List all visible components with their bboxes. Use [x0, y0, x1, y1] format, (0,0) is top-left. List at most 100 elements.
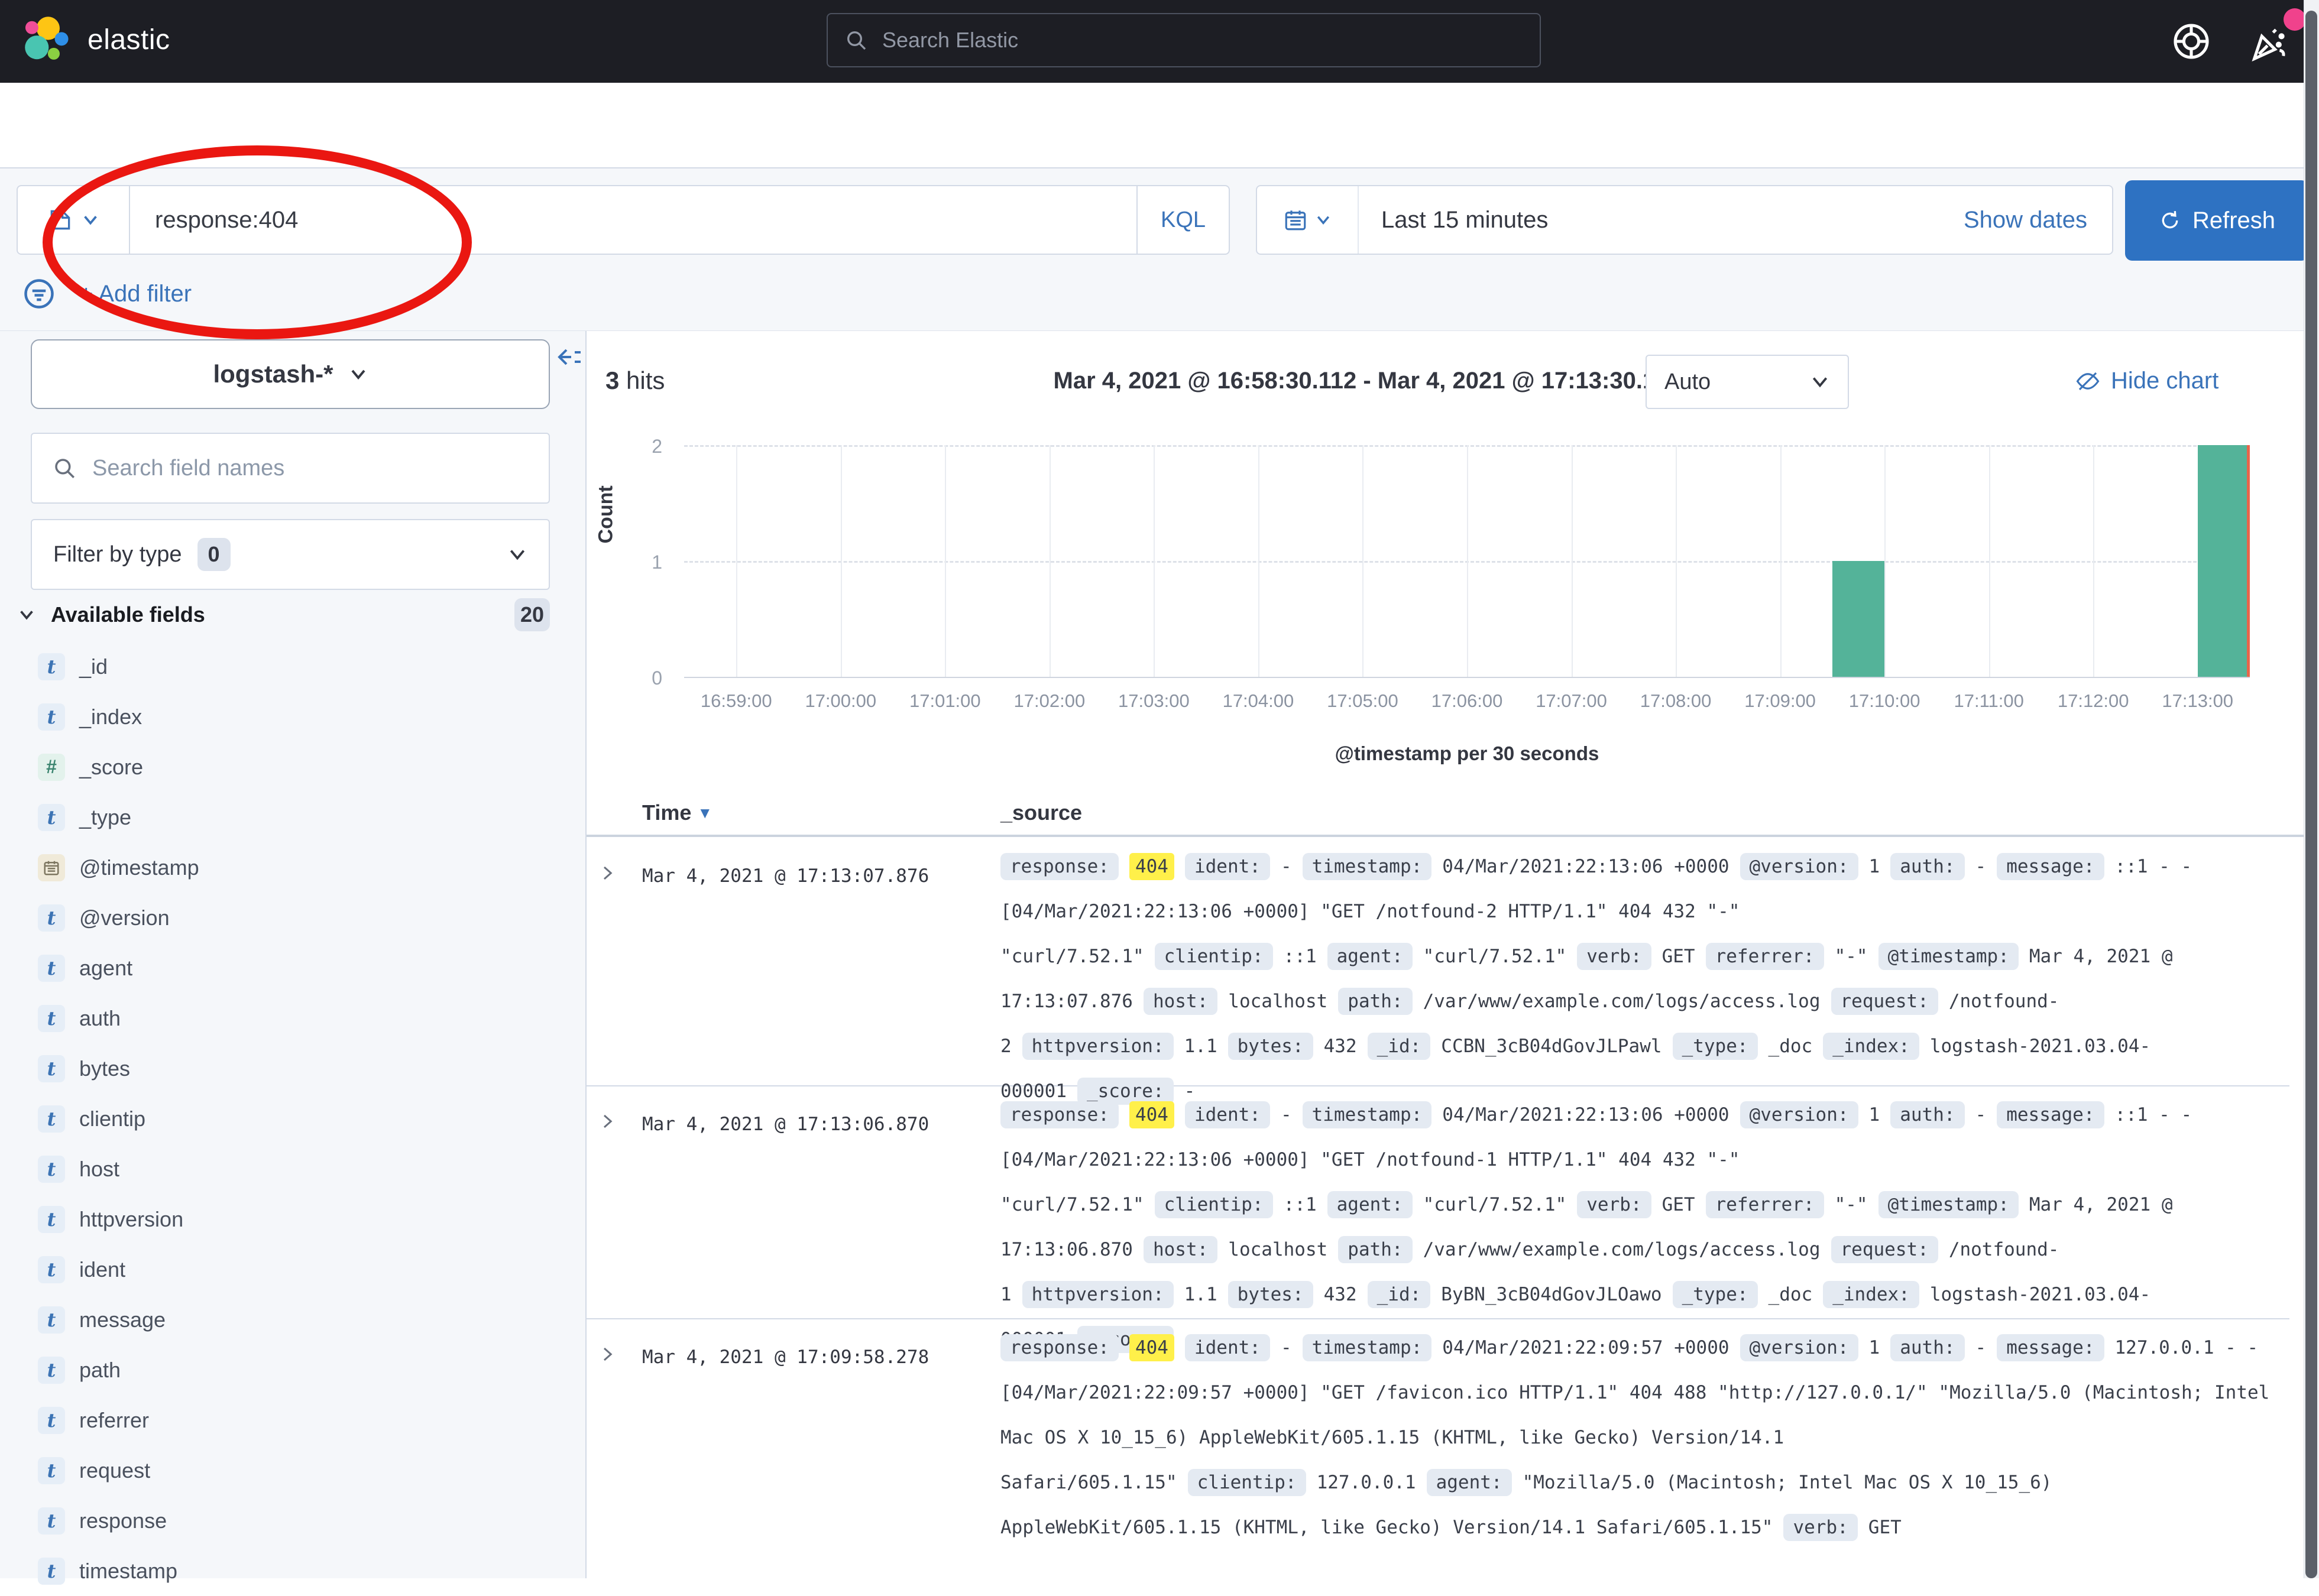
- row-source: response:404ident:-timestamp:04/Mar/2021…: [1000, 1325, 2278, 1550]
- field-item-agent[interactable]: tagent: [0, 943, 585, 993]
- gridline: [2093, 445, 2094, 677]
- global-search-input[interactable]: Search Elastic: [827, 13, 1541, 67]
- gridline: [1676, 445, 1677, 677]
- field-item-@version[interactable]: t@version: [0, 893, 585, 943]
- text-type-icon: t: [38, 653, 65, 680]
- field-item-bytes[interactable]: tbytes: [0, 1043, 585, 1094]
- field-name-badge: verb:: [1783, 1514, 1857, 1541]
- index-pattern-select[interactable]: logstash-*: [31, 339, 550, 409]
- field-item-httpversion[interactable]: thttpversion: [0, 1194, 585, 1244]
- gridline: [1884, 445, 1886, 677]
- interval-select[interactable]: Auto: [1646, 355, 1849, 409]
- date-picker-calendar-button[interactable]: [1257, 186, 1359, 254]
- available-fields-header[interactable]: Available fields 20: [18, 596, 550, 634]
- field-name-badge: clientip:: [1155, 1191, 1273, 1218]
- expand-row-icon[interactable]: [598, 1112, 616, 1130]
- field-name-badge: auth:: [1890, 1101, 1964, 1128]
- scrollbar-thumb[interactable]: [2305, 11, 2317, 1578]
- field-value: 1.1: [1184, 1284, 1217, 1305]
- date-picker: Last 15 minutes Show dates: [1256, 185, 2113, 255]
- field-value: -: [1281, 1337, 1292, 1358]
- field-name-badge: host:: [1144, 988, 1217, 1015]
- field-name-badge: httpversion:: [1022, 1281, 1174, 1308]
- column-time[interactable]: Time▼: [642, 800, 712, 825]
- gridline: [841, 445, 842, 677]
- text-type-icon: t: [38, 1306, 65, 1334]
- field-item-_index[interactable]: t_index: [0, 692, 585, 742]
- fields-sidebar: logstash-* Search field names Filter by …: [0, 331, 587, 1578]
- global-header: elastic Search Elastic: [0, 0, 2319, 83]
- field-item-host[interactable]: thost: [0, 1144, 585, 1194]
- field-value: 04/Mar/2021:22:09:57 +0000: [1442, 1337, 1729, 1358]
- expand-row-icon[interactable]: [598, 1345, 616, 1363]
- text-type-icon: t: [38, 1407, 65, 1434]
- time-range-value[interactable]: Last 15 minutes: [1359, 207, 1964, 233]
- field-name-badge: auth:: [1890, 853, 1964, 880]
- field-name: referrer: [79, 1408, 149, 1433]
- filter-by-type-select[interactable]: Filter by type 0: [31, 519, 550, 590]
- field-value: 04/Mar/2021:22:13:06 +0000: [1442, 1104, 1729, 1125]
- table-row: Mar 4, 2021 @ 17:13:07.876response:404id…: [587, 838, 2289, 1086]
- gridline: [1050, 445, 1051, 677]
- field-name: bytes: [79, 1056, 130, 1081]
- chevron-down-icon: [18, 606, 35, 624]
- field-value: "-": [1835, 946, 1868, 967]
- field-name: _type: [79, 805, 131, 830]
- field-item-_score[interactable]: #_score: [0, 742, 585, 792]
- field-item-_type[interactable]: t_type: [0, 792, 585, 842]
- histogram-bar-17:13:00[interactable]: [2198, 445, 2250, 677]
- histogram-bar-17:09:30[interactable]: [1832, 561, 1884, 677]
- field-item-response[interactable]: tresponse: [0, 1496, 585, 1546]
- field-value: 1: [1869, 1337, 1880, 1358]
- global-search-placeholder: Search Elastic: [882, 28, 1018, 53]
- search-icon: [844, 28, 868, 52]
- newsfeed-button[interactable]: [2247, 21, 2292, 66]
- field-item-message[interactable]: tmessage: [0, 1295, 585, 1345]
- query-language-button[interactable]: KQL: [1136, 186, 1229, 254]
- field-item-ident[interactable]: tident: [0, 1244, 585, 1295]
- sort-desc-icon[interactable]: ▼: [697, 804, 712, 822]
- collapse-sidebar-icon[interactable]: [555, 343, 583, 371]
- elastic-brand[interactable]: elastic: [21, 14, 170, 65]
- field-item-_id[interactable]: t_id: [0, 641, 585, 692]
- field-item-timestamp[interactable]: ttimestamp: [0, 1546, 585, 1596]
- field-name-badge: message:: [1997, 1101, 2104, 1128]
- field-name-badge: verb:: [1577, 943, 1651, 970]
- field-value: "-": [1835, 1194, 1868, 1215]
- field-name: agent: [79, 956, 132, 981]
- text-type-icon: t: [38, 1055, 65, 1082]
- gridline: [1572, 445, 1573, 677]
- row-timestamp: Mar 4, 2021 @ 17:13:07.876: [642, 865, 929, 887]
- refresh-button[interactable]: Refresh: [2125, 180, 2308, 261]
- histogram-chart[interactable]: [684, 445, 2250, 677]
- field-name: request: [79, 1458, 150, 1483]
- expand-row-icon[interactable]: [598, 864, 616, 882]
- field-value: -: [1975, 856, 1987, 877]
- help-button[interactable]: [2170, 20, 2213, 63]
- field-name-badge: message:: [1997, 853, 2104, 880]
- field-item-clientip[interactable]: tclientip: [0, 1094, 585, 1144]
- field-name-badge: request:: [1831, 988, 1938, 1015]
- field-item-referrer[interactable]: t referrer: [0, 1395, 585, 1445]
- field-name-badge: response:: [1000, 853, 1119, 880]
- table-row: Mar 4, 2021 @ 17:09:58.278response:404id…: [587, 1319, 2289, 1578]
- field-name-badge: @version:: [1740, 1334, 1858, 1361]
- field-item-auth[interactable]: tauth: [0, 993, 585, 1043]
- saved-query-icon: [47, 207, 73, 233]
- field-name-badge: ident:: [1185, 1101, 1270, 1128]
- field-name: @timestamp: [79, 855, 199, 880]
- query-input[interactable]: response:404: [130, 207, 1136, 233]
- add-filter-button[interactable]: + Add filter: [79, 281, 192, 307]
- text-type-icon: t: [38, 1357, 65, 1384]
- field-item-@timestamp[interactable]: @timestamp: [0, 842, 585, 893]
- filter-icon[interactable]: [21, 276, 57, 312]
- show-dates-button[interactable]: Show dates: [1964, 207, 2112, 233]
- field-item-path[interactable]: tpath: [0, 1345, 585, 1395]
- hide-chart-button[interactable]: Hide chart: [2075, 368, 2218, 394]
- saved-query-menu-button[interactable]: [18, 186, 130, 254]
- field-value: "curl/7.52.1": [1423, 1194, 1567, 1215]
- field-value: -: [1281, 856, 1292, 877]
- field-name-badge: agent:: [1327, 1191, 1413, 1218]
- field-search-input[interactable]: Search field names: [31, 433, 550, 504]
- field-item-request[interactable]: trequest: [0, 1445, 585, 1496]
